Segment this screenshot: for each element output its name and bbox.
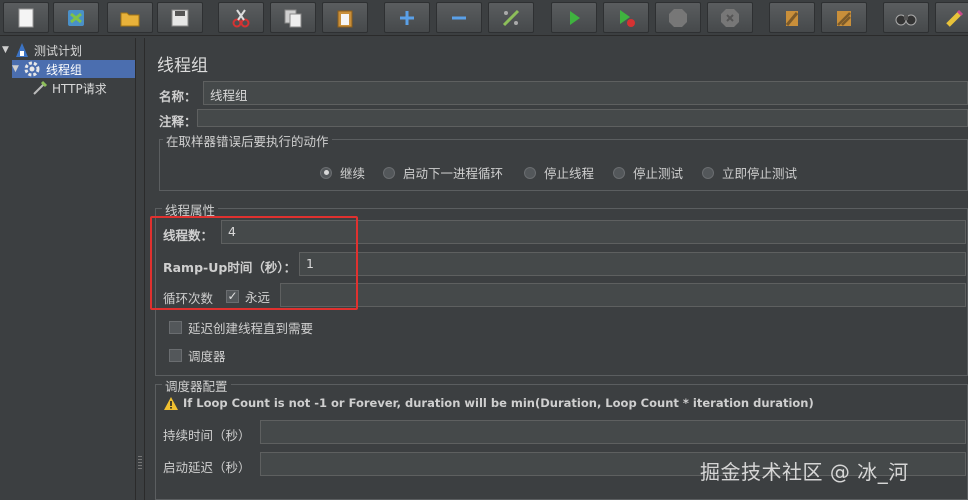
radio-stop-test-now[interactable]: 立即停止测试	[702, 163, 797, 182]
start-icon[interactable]	[551, 2, 597, 33]
delay-thread-creation-checkbox[interactable]: 延迟创建线程直到需要	[169, 318, 313, 337]
error-action-legend: 在取样器错误后要执行的动作	[163, 131, 332, 150]
scheduler-warning: If Loop Count is not -1 or Forever, dura…	[164, 396, 814, 410]
startup-delay-label: 启动延迟（秒）	[163, 460, 251, 475]
chevron-down-icon[interactable]: ▼	[2, 45, 12, 55]
open-folder-icon[interactable]	[107, 2, 153, 33]
gear-icon	[24, 61, 40, 77]
start-no-pause-icon[interactable]	[603, 2, 649, 33]
warning-icon	[164, 396, 178, 410]
error-action-group: 在取样器错误后要执行的动作 继续 启动下一进程循环 停止线程 停止测试 立即停止…	[159, 131, 968, 191]
cut-icon[interactable]	[218, 2, 264, 33]
comment-field[interactable]	[197, 109, 968, 127]
comment-label: 注释：	[159, 114, 197, 129]
radio-continue[interactable]: 继续	[320, 163, 365, 182]
radio-dot[interactable]	[524, 166, 536, 179]
scheduler-label: 调度器	[188, 349, 226, 364]
shutdown-icon[interactable]	[707, 2, 753, 33]
checkbox-box[interactable]	[169, 349, 182, 362]
toggle-icon[interactable]	[488, 2, 534, 33]
collapse-minus-icon[interactable]	[436, 2, 482, 33]
tree-item-label: 测试计划	[34, 43, 83, 58]
clear-icon[interactable]	[769, 2, 815, 33]
test-plan-icon	[16, 43, 28, 57]
loop-count-field[interactable]	[280, 283, 966, 307]
scheduler-checkbox[interactable]: 调度器	[169, 346, 226, 365]
radio-dot[interactable]	[383, 166, 395, 179]
name-label: 名称：	[159, 89, 197, 104]
radio-start-next-loop[interactable]: 启动下一进程循环	[383, 163, 503, 182]
radio-label: 立即停止测试	[722, 166, 798, 181]
radio-dot[interactable]	[702, 166, 714, 179]
sampler-pipette-icon	[33, 80, 48, 95]
splitter-grip[interactable]	[138, 456, 142, 470]
radio-dot[interactable]	[320, 166, 332, 179]
radio-label: 停止测试	[633, 166, 684, 181]
tree-item-thread-group[interactable]: ▼ 线程组	[12, 60, 135, 78]
radio-dot[interactable]	[613, 166, 625, 179]
clear-all-icon[interactable]	[821, 2, 867, 33]
chevron-down-icon[interactable]: ▼	[12, 64, 22, 74]
highlight-annotation-box	[150, 216, 358, 310]
new-icon[interactable]	[3, 2, 49, 33]
warning-text: If Loop Count is not -1 or Forever, dura…	[183, 396, 814, 410]
name-field[interactable]: 线程组	[203, 81, 968, 105]
radio-label: 停止线程	[544, 166, 595, 181]
duration-label: 持续时间（秒）	[163, 428, 251, 443]
copy-icon[interactable]	[270, 2, 316, 33]
rampup-field[interactable]: 1	[299, 252, 966, 276]
toolbar	[0, 0, 968, 36]
radio-label: 继续	[340, 166, 366, 181]
radio-stop-test[interactable]: 停止测试	[613, 163, 683, 182]
checkbox-box[interactable]	[169, 321, 182, 334]
expand-plus-icon[interactable]	[384, 2, 430, 33]
tree-item-test-plan[interactable]: ▼ 测试计划	[2, 41, 82, 59]
search-binoculars-icon[interactable]	[883, 2, 929, 33]
save-icon[interactable]	[157, 2, 203, 33]
templates-icon[interactable]	[53, 2, 99, 33]
reset-search-icon[interactable]	[935, 2, 968, 33]
radio-stop-thread[interactable]: 停止线程	[524, 163, 594, 182]
pane-splitter[interactable]	[135, 38, 145, 500]
tree-item-http-request[interactable]: HTTP请求	[32, 79, 107, 97]
tree-item-label: 线程组	[44, 60, 85, 78]
scheduler-config-legend: 调度器配置	[162, 376, 231, 395]
delay-thread-creation-label: 延迟创建线程直到需要	[188, 321, 314, 336]
paste-icon[interactable]	[322, 2, 368, 33]
radio-label: 启动下一进程循环	[403, 166, 504, 181]
page-title: 线程组	[157, 56, 208, 76]
tree-item-label: HTTP请求	[52, 81, 107, 96]
watermark: 掘金技术社区 @ 冰_河	[700, 460, 909, 484]
stop-icon[interactable]	[655, 2, 701, 33]
test-plan-tree: ▼ 测试计划 ▼ 线程组 HTTP请求	[0, 38, 135, 500]
duration-field[interactable]	[260, 420, 966, 444]
